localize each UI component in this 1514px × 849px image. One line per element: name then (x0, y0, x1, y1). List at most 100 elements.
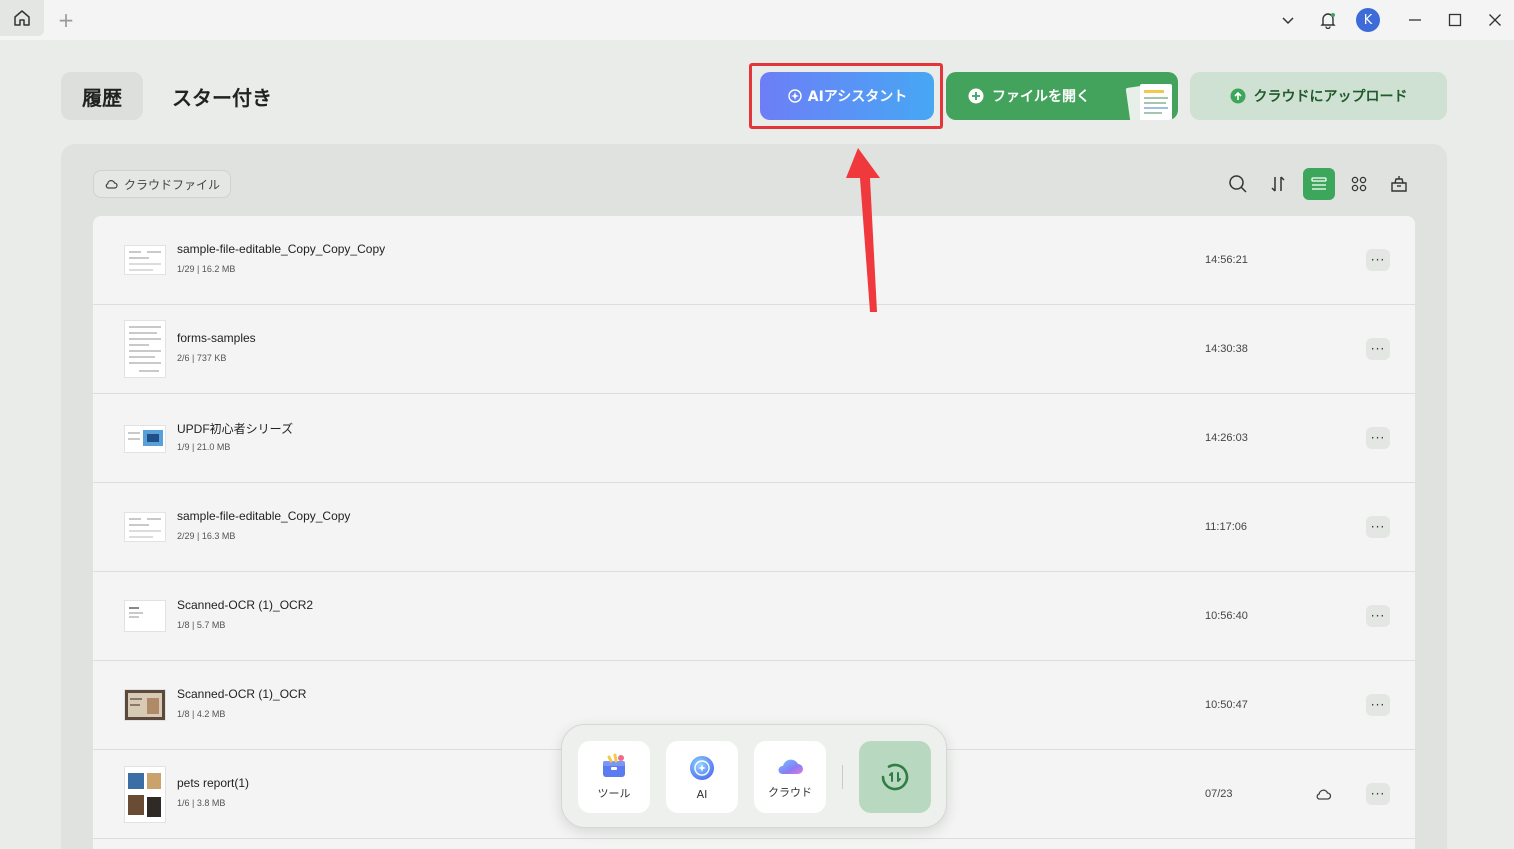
more-options-button[interactable]: ··· (1366, 338, 1390, 360)
file-row[interactable]: Scanned-OCR (1)_OCR2 1/8 | 5.7 MB 10:56:… (93, 572, 1415, 661)
dock-tools-label: ツール (597, 787, 631, 800)
file-name: pets report(1) (177, 776, 250, 790)
more-options-button[interactable]: ··· (1366, 694, 1390, 716)
file-name: sample-file-editable_Copy_Copy_Copy (177, 242, 386, 256)
maximize-button[interactable] (1443, 8, 1467, 32)
file-thumbnail (124, 320, 166, 378)
file-name: sample-file-editable_Copy_Copy (177, 509, 351, 523)
grid-view-icon (1351, 176, 1367, 192)
cloud-files-filter[interactable]: クラウドファイル (93, 170, 231, 198)
more-options-button[interactable]: ··· (1366, 605, 1390, 627)
list-view-button[interactable] (1303, 168, 1335, 200)
close-icon (1489, 14, 1501, 26)
minimize-button[interactable] (1403, 8, 1427, 32)
cloud-files-label: クラウドファイル (124, 177, 221, 192)
dock-cloud-label: クラウド (768, 786, 812, 799)
file-time: 07/23 (1205, 788, 1233, 800)
file-thumbnail (124, 600, 166, 632)
ellipsis-icon: ··· (1370, 431, 1386, 445)
file-meta: 1/9 | 21.0 MB (177, 442, 231, 452)
list-view-icon (1311, 177, 1327, 190)
more-options-button[interactable]: ··· (1366, 249, 1390, 271)
file-meta: 1/29 | 16.2 MB (177, 264, 236, 274)
file-meta: 2/29 | 16.3 MB (177, 531, 236, 541)
sort-button[interactable] (1262, 168, 1294, 200)
red-arrow-annotation (846, 148, 880, 312)
dock-collapse-button[interactable] (859, 741, 931, 813)
more-options-button[interactable]: ··· (1366, 427, 1390, 449)
file-time: 11:17:06 (1205, 521, 1248, 533)
dock-ai-label: AI (696, 787, 708, 801)
grid-view-button[interactable] (1343, 168, 1375, 200)
ellipsis-icon: ··· (1370, 609, 1386, 623)
new-tab-button[interactable]: + (54, 8, 78, 32)
open-file-button[interactable]: ファイルを開く (946, 72, 1178, 120)
file-time: 10:50:47 (1205, 699, 1248, 711)
ellipsis-icon: ··· (1370, 342, 1386, 356)
file-row[interactable]: UPDF初心者シリーズ 1/9 | 21.0 MB 14:26:03 ··· (93, 394, 1415, 483)
file-time: 10:56:40 (1205, 610, 1248, 622)
upload-to-cloud-button[interactable]: クラウドにアップロード (1190, 72, 1447, 120)
trash-button[interactable] (1383, 168, 1415, 200)
file-name: UPDF初心者シリーズ (177, 422, 294, 436)
bell-icon (1320, 13, 1336, 29)
file-thumbnail (124, 766, 166, 823)
file-name: forms-samples (177, 331, 256, 345)
notifications-button[interactable] (1316, 8, 1340, 32)
file-row[interactable]: forms-samples 2/6 | 737 KB 14:30:38 ··· (93, 305, 1415, 394)
ellipsis-icon: ··· (1370, 520, 1386, 534)
file-name: Scanned-OCR (1)_OCR (177, 687, 307, 701)
ellipsis-icon: ··· (1370, 698, 1386, 712)
ellipsis-icon: ··· (1370, 787, 1386, 801)
ai-sparkle-icon (788, 89, 802, 103)
upload-label: クラウドにアップロード (1253, 89, 1408, 105)
file-name: Scanned-OCR (1)_OCR2 (177, 598, 314, 612)
file-row[interactable]: sample-file-editable_Copy_Copy_Copy 1/29… (93, 216, 1415, 305)
chevron-down-icon (1282, 17, 1294, 25)
upload-icon (1230, 88, 1245, 104)
minimize-icon (1409, 19, 1421, 21)
close-button[interactable] (1483, 8, 1507, 32)
file-meta: 1/6 | 3.8 MB (177, 798, 226, 808)
cloud-synced-icon (1316, 789, 1332, 800)
file-thumbnail (124, 512, 166, 542)
avatar[interactable]: K (1356, 8, 1380, 32)
sort-icon (1271, 176, 1285, 192)
file-time: 14:26:03 (1205, 432, 1248, 444)
home-tab[interactable] (0, 0, 44, 36)
file-thumbnail (124, 689, 166, 721)
home-icon (14, 10, 30, 26)
file-time: 14:30:38 (1205, 343, 1248, 355)
tab-starred[interactable]: スター付き (172, 72, 272, 120)
cloud-icon (105, 180, 118, 189)
file-meta: 1/8 | 5.7 MB (177, 620, 226, 630)
dropdown-button[interactable] (1276, 8, 1300, 32)
search-button[interactable] (1222, 168, 1254, 200)
dock-separator (842, 765, 843, 789)
dock-tools-button[interactable]: ツール (578, 741, 650, 813)
search-icon (1229, 175, 1247, 193)
ai-orb-icon (690, 755, 714, 780)
dock-ai-button[interactable]: AI (666, 741, 738, 813)
swap-arrows-icon (881, 763, 909, 791)
file-row[interactable]: sample-file-editable_Copy_Copy 2/29 | 16… (93, 483, 1415, 572)
ai-assistant-button[interactable]: AIアシスタント (760, 72, 934, 120)
delete-icon (1391, 176, 1407, 192)
dock-cloud-button[interactable]: クラウド (754, 741, 826, 813)
file-thumbnail (124, 245, 166, 275)
file-meta: 1/8 | 4.2 MB (177, 709, 226, 719)
plus-icon: + (57, 8, 75, 32)
tab-history[interactable]: 履歴 (61, 72, 143, 120)
plus-circle-icon (968, 88, 984, 104)
documents-illustration-icon (1125, 84, 1172, 120)
more-options-button[interactable]: ··· (1366, 783, 1390, 805)
ai-assistant-label: AIアシスタント (807, 89, 908, 105)
cloud-color-icon (778, 759, 803, 774)
toolbox-icon (603, 753, 625, 777)
file-thumbnail (124, 425, 166, 453)
more-options-button[interactable]: ··· (1366, 516, 1390, 538)
ellipsis-icon: ··· (1370, 253, 1386, 267)
maximize-icon (1448, 13, 1462, 27)
open-file-label: ファイルを開く (992, 89, 1090, 105)
file-meta: 2/6 | 737 KB (177, 353, 227, 363)
